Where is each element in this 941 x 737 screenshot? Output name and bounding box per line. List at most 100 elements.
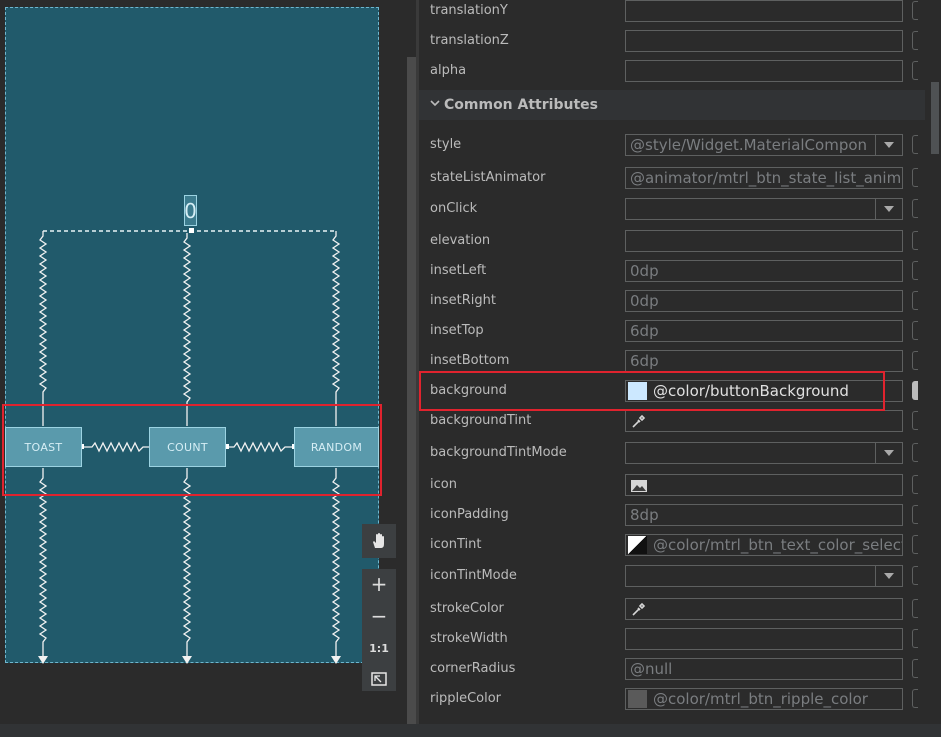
attr-link-handle[interactable] bbox=[912, 231, 918, 250]
attr-row-strokeColor: strokeColor bbox=[419, 594, 941, 624]
attr-link-handle[interactable] bbox=[912, 566, 918, 585]
chevron-down-icon[interactable] bbox=[875, 566, 902, 586]
attr-label: icon bbox=[430, 477, 457, 492]
background-highlight-box bbox=[419, 371, 885, 411]
attr-link-handle[interactable] bbox=[912, 535, 918, 554]
attr-value-field[interactable] bbox=[625, 0, 903, 22]
attr-row-stateListAnimator: stateListAnimator @animator/mtrl_btn_stat… bbox=[419, 163, 941, 193]
attr-link-handle[interactable] bbox=[912, 1, 918, 20]
attr-row-strokeWidth: strokeWidth bbox=[419, 624, 941, 654]
count-textview[interactable]: 0 bbox=[184, 195, 197, 226]
attr-label: strokeColor bbox=[430, 601, 504, 616]
attr-link-handle[interactable] bbox=[912, 135, 918, 154]
attr-link-handle[interactable] bbox=[912, 659, 918, 678]
attr-value-field[interactable] bbox=[625, 628, 903, 650]
fit-screen-button[interactable] bbox=[362, 664, 396, 694]
attr-row-iconTint: iconTint @color/mtrl_btn_text_color_selec… bbox=[419, 530, 941, 560]
color-swatch[interactable] bbox=[628, 689, 647, 708]
attr-label: insetLeft bbox=[430, 263, 487, 278]
attr-dropdown[interactable]: @style/Widget.MaterialCompon bbox=[625, 134, 903, 156]
attr-row-cornerRadius: cornerRadius @null bbox=[419, 654, 941, 684]
actual-size-button[interactable]: 1:1 bbox=[362, 633, 396, 663]
attr-value-field[interactable] bbox=[625, 474, 903, 496]
attr-value-field[interactable]: @animator/mtrl_btn_state_list_anim bbox=[625, 167, 903, 189]
attr-value-field[interactable] bbox=[625, 230, 903, 252]
zoom-out-button[interactable]: − bbox=[362, 601, 396, 631]
eyedropper-icon[interactable] bbox=[630, 414, 646, 430]
attr-link-handle[interactable] bbox=[912, 599, 918, 618]
attr-value-field[interactable]: 6dp bbox=[625, 350, 903, 372]
attr-dropdown[interactable] bbox=[625, 442, 903, 464]
attr-label: onClick bbox=[430, 201, 478, 216]
attr-link-handle[interactable] bbox=[912, 351, 918, 370]
attr-label: cornerRadius bbox=[430, 661, 516, 676]
constraint-overlay bbox=[7, 228, 379, 664]
attr-link-handle[interactable] bbox=[912, 689, 918, 708]
attr-row-elevation: elevation bbox=[419, 226, 941, 256]
attr-link-handle[interactable] bbox=[912, 61, 918, 80]
chevron-down-icon bbox=[430, 97, 440, 111]
attr-link-handle[interactable] bbox=[912, 321, 918, 340]
attr-value-field[interactable] bbox=[625, 30, 903, 52]
attr-label: insetTop bbox=[430, 323, 484, 338]
attr-value: @style/Widget.MaterialCompon bbox=[630, 136, 868, 154]
attributes-scroll-thumb[interactable] bbox=[931, 82, 939, 154]
attr-link-handle[interactable] bbox=[912, 381, 918, 400]
attr-link-handle[interactable] bbox=[912, 261, 918, 280]
attr-value-field[interactable]: @null bbox=[625, 658, 903, 680]
editor-vertical-scrollbar[interactable] bbox=[407, 57, 416, 727]
attr-value-field[interactable]: @color/mtrl_btn_ripple_color bbox=[625, 688, 903, 710]
attr-link-handle[interactable] bbox=[912, 443, 918, 462]
attr-dropdown[interactable] bbox=[625, 565, 903, 587]
attr-label: translationZ bbox=[430, 33, 509, 48]
attr-value-field[interactable] bbox=[625, 598, 903, 620]
attr-link-handle[interactable] bbox=[912, 291, 918, 310]
constraint-spring bbox=[38, 468, 48, 656]
common-attributes-header[interactable]: Common Attributes bbox=[419, 90, 925, 120]
constraint-spring bbox=[331, 231, 341, 426]
image-icon[interactable] bbox=[630, 479, 648, 493]
eyedropper-icon[interactable] bbox=[630, 602, 646, 618]
attr-row-translationZ: translationZ bbox=[419, 26, 941, 56]
attr-link-handle[interactable] bbox=[912, 505, 918, 524]
attr-label: stateListAnimator bbox=[430, 170, 546, 185]
zoom-toolbar: + − 1:1 bbox=[362, 524, 396, 696]
attr-value-field[interactable] bbox=[625, 60, 903, 82]
attr-row-translationY: translationY bbox=[419, 0, 941, 26]
attr-label: backgroundTintMode bbox=[430, 445, 567, 460]
constraint-spring bbox=[182, 233, 192, 426]
attr-value-field[interactable]: 6dp bbox=[625, 320, 903, 342]
attr-value: 6dp bbox=[630, 352, 659, 370]
attr-link-handle[interactable] bbox=[912, 31, 918, 50]
constraint-spring bbox=[331, 468, 341, 656]
attr-dropdown[interactable] bbox=[625, 198, 903, 220]
attr-row-insetRight: insetRight 0dp bbox=[419, 286, 941, 316]
color-swatch[interactable] bbox=[628, 535, 647, 554]
attr-link-handle[interactable] bbox=[912, 475, 918, 494]
bottom-scrollbar[interactable] bbox=[0, 724, 941, 737]
attr-row-onClick: onClick bbox=[419, 194, 941, 224]
chevron-down-icon[interactable] bbox=[875, 443, 902, 463]
attr-row-insetLeft: insetLeft 0dp bbox=[419, 256, 941, 286]
attr-value: 0dp bbox=[630, 262, 659, 280]
attr-label: insetRight bbox=[430, 293, 496, 308]
attr-row-alpha: alpha bbox=[419, 56, 941, 86]
attr-value-field[interactable] bbox=[625, 410, 903, 432]
attributes-panel: translationY translationZ alpha Common A… bbox=[419, 0, 941, 737]
attr-link-handle[interactable] bbox=[912, 629, 918, 648]
attr-label: style bbox=[430, 137, 462, 152]
attr-value-field[interactable]: 0dp bbox=[625, 290, 903, 312]
attr-value-field[interactable]: 8dp bbox=[625, 504, 903, 526]
buttons-highlight-box bbox=[2, 404, 382, 496]
pan-tool-button[interactable] bbox=[362, 524, 396, 558]
attr-value: @animator/mtrl_btn_state_list_anim bbox=[630, 169, 902, 187]
zoom-in-button[interactable]: + bbox=[362, 569, 396, 599]
attr-value-field[interactable]: @color/mtrl_btn_text_color_select bbox=[625, 534, 903, 556]
count-value: 0 bbox=[184, 198, 197, 223]
attr-value-field[interactable]: 0dp bbox=[625, 260, 903, 282]
chevron-down-icon[interactable] bbox=[875, 199, 902, 219]
attr-link-handle[interactable] bbox=[912, 168, 918, 187]
attr-link-handle[interactable] bbox=[912, 199, 918, 218]
chevron-down-icon[interactable] bbox=[875, 135, 902, 155]
attr-link-handle[interactable] bbox=[912, 411, 918, 430]
